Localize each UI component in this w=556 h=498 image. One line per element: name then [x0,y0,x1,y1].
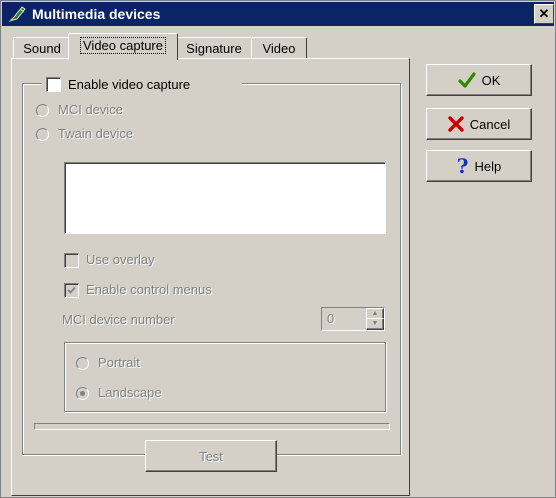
device-listbox[interactable] [64,162,386,234]
checkmark-icon [457,72,476,88]
tab-sound[interactable]: Sound [13,37,71,60]
arrow-up-icon: ▲ [371,310,379,317]
enable-capture-label: Enable video capture [68,77,191,92]
help-label: Help [474,158,502,174]
capture-progress-bar [34,423,390,430]
portrait-radio[interactable] [76,357,89,370]
tab-signature-label: Signature [186,41,242,56]
device-number-value: 0 [327,311,335,326]
test-label: Test [199,448,223,464]
radio-dot-icon [80,391,85,396]
twain-device-label: Twain device [58,126,134,141]
video-capture-page: Enable video capture MCI device Twain de… [11,58,410,496]
tab-video[interactable]: Video [251,37,307,60]
device-number-label: MCI device number [62,312,175,327]
close-icon: ✕ [538,6,550,21]
orientation-groupbox [64,342,386,412]
close-button[interactable]: ✕ [534,4,554,24]
title-bar[interactable]: Multimedia devices ✕ [2,2,554,26]
enable-menus-checkbox[interactable] [64,283,79,298]
cancel-label: Cancel [469,116,511,132]
help-button[interactable]: ? Help [426,150,532,182]
tab-video-capture[interactable]: Video capture [68,33,178,60]
mci-device-label: MCI device [58,102,124,117]
use-overlay-checkbox[interactable] [64,253,79,268]
twain-device-radio[interactable] [36,128,49,141]
ok-button[interactable]: OK [426,64,532,96]
ok-label: OK [481,72,501,88]
cancel-button[interactable]: Cancel [426,108,532,140]
x-icon [448,116,464,132]
use-overlay-label: Use overlay [86,252,155,267]
enable-menus-label: Enable control menus [86,282,212,297]
checkmark-icon [67,286,76,294]
landscape-radio[interactable] [76,387,89,400]
landscape-label: Landscape [98,385,162,400]
tab-sound-label: Sound [23,41,61,56]
tab-video-capture-label: Video capture [80,37,166,54]
mci-device-radio[interactable] [36,104,49,117]
arrow-down-icon: ▼ [371,320,379,327]
question-mark-icon: ? [456,154,469,178]
tab-signature[interactable]: Signature [176,37,252,60]
enable-capture-checkbox[interactable] [46,77,61,92]
test-button[interactable]: Test [145,440,277,472]
app-pen-icon [8,6,26,22]
spin-down-button[interactable]: ▼ [366,318,384,330]
tab-video-label: Video [262,41,296,56]
device-number-spinner[interactable]: 0 ▲ ▼ [321,307,385,331]
portrait-label: Portrait [98,355,140,370]
window-title: Multimedia devices [32,6,161,22]
